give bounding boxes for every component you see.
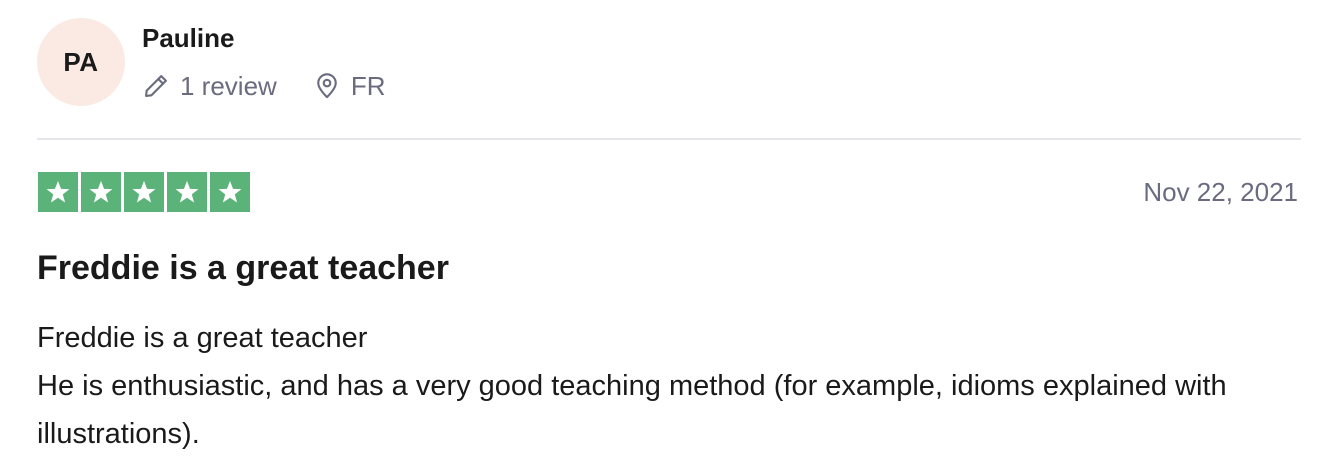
star-icon bbox=[89, 180, 113, 203]
star-box bbox=[81, 172, 121, 212]
star-icon bbox=[46, 180, 70, 203]
review-body: Freddie is a great teacher He is enthusi… bbox=[37, 314, 1307, 458]
star-rating bbox=[38, 172, 250, 212]
star-box bbox=[124, 172, 164, 212]
reviewer-name[interactable]: Pauline bbox=[142, 22, 234, 54]
reviewer-location: FR bbox=[313, 71, 386, 102]
review-card: PA Pauline 1 review FR Nov 22, 2021 Fred… bbox=[0, 0, 1344, 476]
review-count-label: 1 review bbox=[180, 70, 277, 101]
avatar[interactable]: PA bbox=[37, 18, 125, 106]
reviewer-meta: 1 review FR bbox=[142, 68, 386, 104]
country-label: FR bbox=[350, 70, 386, 101]
star-icon bbox=[175, 180, 199, 203]
review-title[interactable]: Freddie is a great teacher bbox=[37, 248, 449, 288]
star-icon bbox=[218, 180, 242, 203]
avatar-initials: PA bbox=[63, 46, 99, 77]
review-count: 1 review bbox=[142, 71, 277, 102]
review-date: Nov 22, 2021 bbox=[1143, 177, 1298, 207]
review-body-line: Freddie is a great teacher bbox=[37, 322, 368, 354]
star-box bbox=[38, 172, 78, 212]
star-box bbox=[167, 172, 207, 212]
divider bbox=[37, 138, 1301, 140]
location-pin-icon bbox=[313, 72, 341, 100]
star-icon bbox=[132, 180, 156, 203]
star-box bbox=[210, 172, 250, 212]
review-body-line: He is enthusiastic, and has a very good … bbox=[37, 370, 1227, 450]
pencil-icon bbox=[142, 72, 170, 100]
